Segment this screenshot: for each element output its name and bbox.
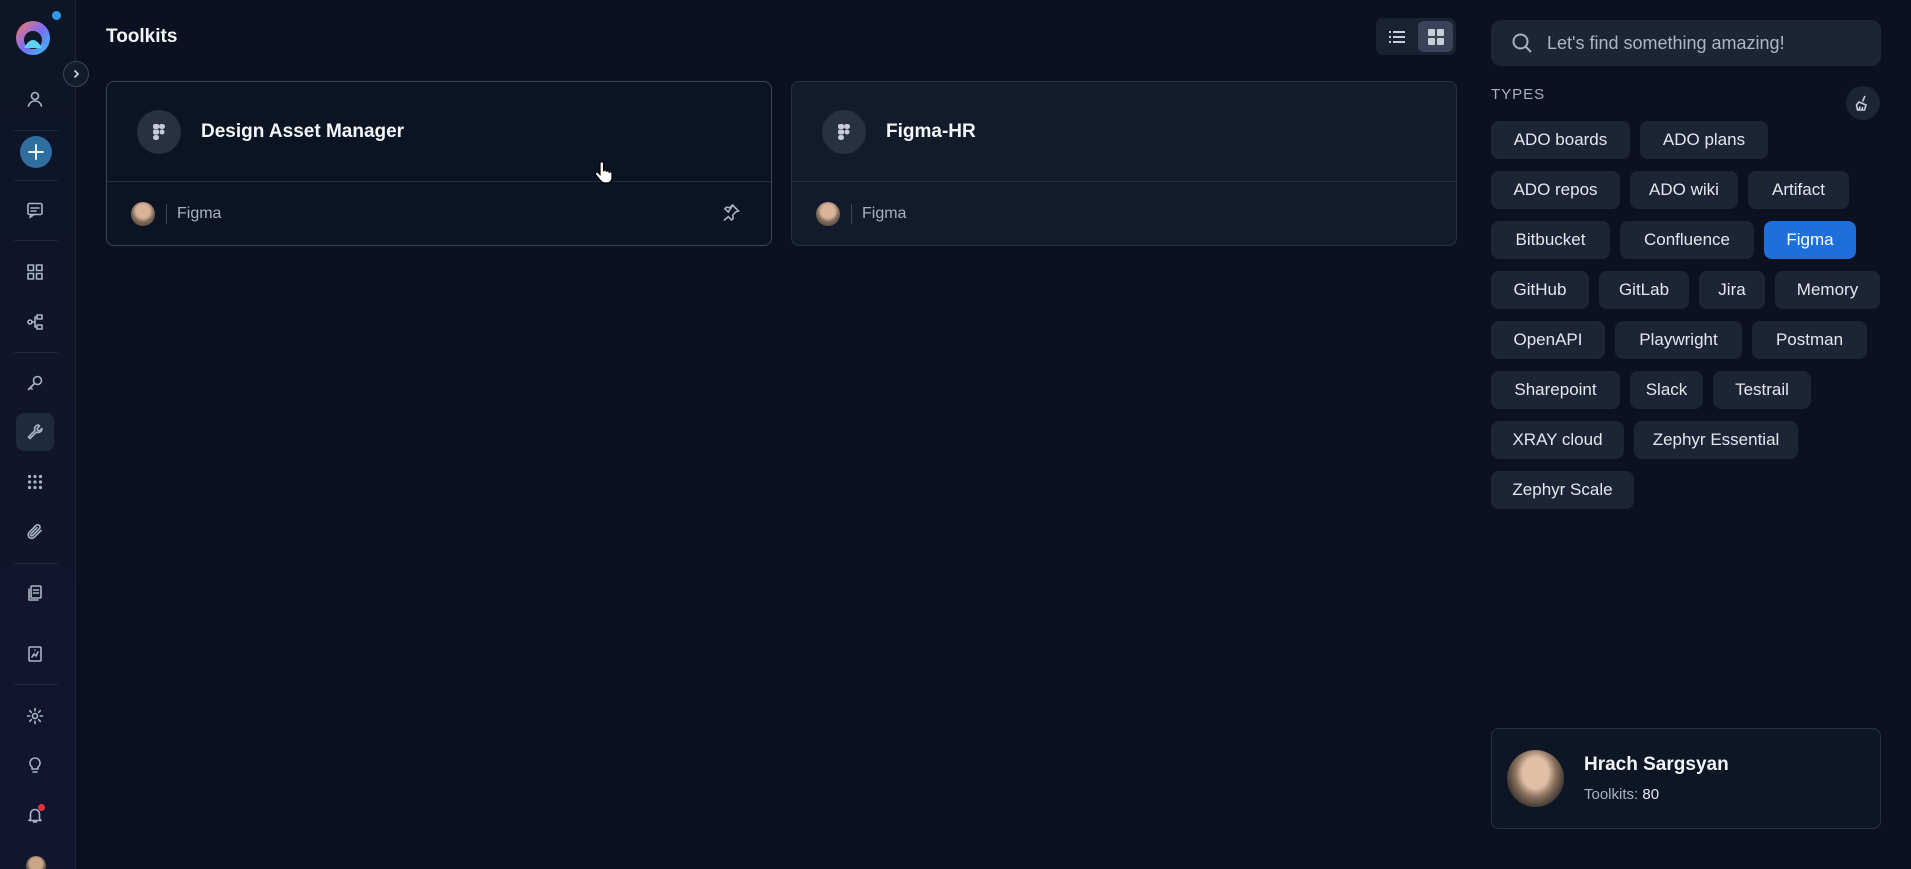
broom-icon bbox=[1855, 95, 1867, 111]
pipelines-nav-button[interactable] bbox=[16, 303, 54, 341]
toolkit-card-footer: Figma bbox=[107, 182, 771, 245]
figma-icon bbox=[137, 109, 181, 154]
toolkit-card[interactable]: Figma-HR Figma bbox=[791, 81, 1457, 246]
pin-icon bbox=[723, 203, 740, 222]
grid-view-button[interactable] bbox=[1418, 21, 1453, 52]
hand-cursor-icon bbox=[595, 161, 613, 184]
notifications-nav-button[interactable] bbox=[16, 796, 54, 834]
app-logo-icon[interactable] bbox=[15, 20, 51, 56]
chevron-right-icon bbox=[73, 69, 80, 79]
type-chip[interactable]: ADO boards bbox=[1491, 121, 1630, 159]
type-chip[interactable]: Playwright bbox=[1615, 321, 1742, 359]
type-chip[interactable]: Slack bbox=[1630, 371, 1703, 409]
toolkit-card-header: Design Asset Manager bbox=[107, 82, 771, 182]
types-heading: TYPES bbox=[1491, 86, 1546, 103]
plus-icon bbox=[28, 144, 44, 160]
search-input[interactable] bbox=[1547, 32, 1867, 54]
toolkit-card-footer: Figma bbox=[792, 182, 1456, 245]
paperclip-icon bbox=[27, 524, 42, 540]
type-chip[interactable]: ADO repos bbox=[1491, 171, 1620, 209]
type-chip[interactable]: ADO plans bbox=[1640, 121, 1768, 159]
type-chip[interactable]: Zephyr Essential bbox=[1634, 421, 1798, 459]
grid-icon bbox=[1427, 28, 1444, 45]
user-profile-card[interactable]: Hrach Sargsyan Toolkits: 80 bbox=[1491, 728, 1881, 829]
page-title: Toolkits bbox=[106, 26, 178, 47]
chat-icon bbox=[27, 202, 43, 219]
type-chip[interactable]: Jira bbox=[1699, 271, 1765, 309]
expand-sidebar-button[interactable] bbox=[63, 61, 89, 87]
toolkit-card-title: Design Asset Manager bbox=[201, 120, 405, 142]
pin-button[interactable] bbox=[721, 203, 741, 228]
lightbulb-icon bbox=[29, 757, 41, 773]
status-dot bbox=[52, 11, 61, 20]
type-chip[interactable]: Confluence bbox=[1620, 221, 1754, 259]
type-chip[interactable]: XRAY cloud bbox=[1491, 421, 1624, 459]
type-chip[interactable]: Zephyr Scale bbox=[1491, 471, 1634, 509]
key-icon bbox=[27, 375, 43, 391]
type-chip[interactable]: Sharepoint bbox=[1491, 371, 1620, 409]
apps-nav-button[interactable] bbox=[16, 463, 54, 501]
toolkit-card-header: Figma-HR bbox=[792, 82, 1456, 182]
toolkits-nav-button[interactable] bbox=[16, 413, 54, 451]
apps-icon bbox=[27, 474, 43, 490]
user-avatar-small[interactable] bbox=[26, 856, 46, 869]
clear-filters-button[interactable] bbox=[1846, 86, 1880, 120]
user-name: Hrach Sargsyan bbox=[1584, 754, 1729, 775]
type-chip[interactable]: Bitbucket bbox=[1491, 221, 1610, 259]
figma-icon bbox=[822, 109, 866, 154]
notification-badge bbox=[38, 804, 45, 811]
reports-nav-button[interactable] bbox=[16, 635, 54, 673]
type-chip[interactable]: Artifact bbox=[1748, 171, 1849, 209]
user-icon bbox=[27, 91, 43, 107]
toolkit-type-label: Figma bbox=[177, 204, 222, 222]
dashboard-nav-button[interactable] bbox=[16, 253, 54, 291]
author-avatar bbox=[131, 201, 155, 226]
attachments-nav-button[interactable] bbox=[16, 513, 54, 551]
type-chip-selected[interactable]: Figma bbox=[1764, 221, 1856, 259]
list-view-button[interactable] bbox=[1379, 21, 1414, 52]
profile-nav-button[interactable] bbox=[16, 80, 54, 118]
sidebar bbox=[0, 0, 76, 869]
dashboard-icon bbox=[27, 264, 43, 280]
search-box bbox=[1491, 20, 1881, 66]
settings-nav-button[interactable] bbox=[16, 697, 54, 735]
toolkits-count: Toolkits: 80 bbox=[1584, 786, 1660, 803]
author-avatar bbox=[816, 201, 840, 226]
chat-nav-button[interactable] bbox=[16, 191, 54, 229]
search-icon bbox=[1512, 33, 1532, 53]
flow-icon bbox=[27, 314, 43, 330]
settings-icon bbox=[26, 707, 44, 725]
report-icon bbox=[28, 646, 42, 662]
toolkit-card-title: Figma-HR bbox=[886, 120, 976, 142]
type-chip[interactable]: Testrail bbox=[1713, 371, 1811, 409]
main-content: Toolkits Design Asset Manager Figma Figm… bbox=[76, 0, 1457, 869]
create-button[interactable] bbox=[20, 136, 52, 168]
avatar bbox=[1507, 750, 1564, 807]
credentials-nav-button[interactable] bbox=[16, 364, 54, 402]
documents-nav-button[interactable] bbox=[16, 574, 54, 612]
type-chip[interactable]: GitHub bbox=[1491, 271, 1589, 309]
toolkit-type-label: Figma bbox=[862, 204, 907, 222]
list-icon bbox=[1388, 30, 1405, 43]
documents-icon bbox=[28, 585, 42, 601]
type-chip[interactable]: ADO wiki bbox=[1630, 171, 1738, 209]
type-chip[interactable]: OpenAPI bbox=[1491, 321, 1605, 359]
tips-nav-button[interactable] bbox=[16, 746, 54, 784]
type-chip[interactable]: GitLab bbox=[1599, 271, 1689, 309]
wrench-icon bbox=[27, 424, 43, 440]
type-chip[interactable]: Memory bbox=[1775, 271, 1880, 309]
type-chip[interactable]: Postman bbox=[1752, 321, 1867, 359]
view-toggle bbox=[1376, 18, 1456, 55]
toolkit-card[interactable]: Design Asset Manager Figma bbox=[106, 81, 772, 246]
